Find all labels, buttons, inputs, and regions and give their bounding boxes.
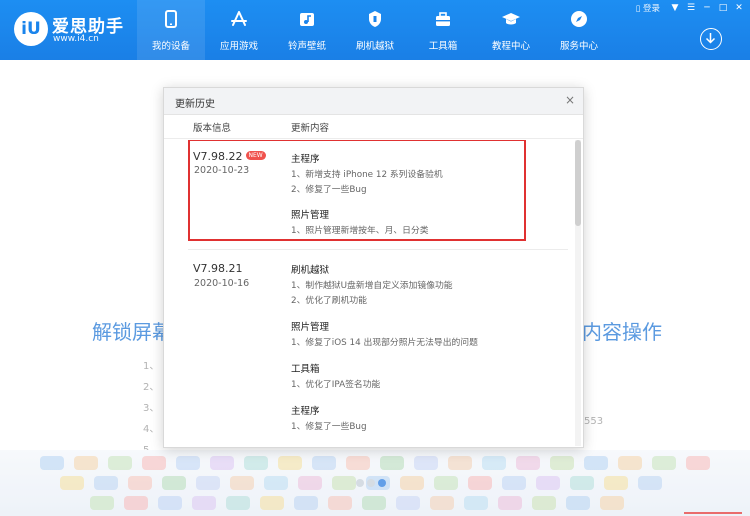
dialog-title: 更新历史 xyxy=(175,99,215,110)
download-button[interactable] xyxy=(700,28,722,50)
maximize-icon[interactable]: □ xyxy=(718,3,728,13)
app-store-icon xyxy=(231,11,247,26)
nav-label: 工具箱 xyxy=(428,41,458,52)
nav-service-center[interactable]: 服务中心 xyxy=(545,0,613,60)
section-line: 2、优化了刷机功能 xyxy=(291,296,367,306)
version-date: 2020-10-16 xyxy=(194,278,250,289)
nav-label: 刷机越狱 xyxy=(355,41,394,52)
section-line: 1、修复了iOS 14 出现部分照片无法导出的问题 xyxy=(291,338,478,348)
nav-toolbox[interactable]: 工具箱 xyxy=(409,0,477,60)
update-section: 工具箱 1、优化了IPA签名功能 xyxy=(291,361,380,393)
dialog-header: 更新历史 × xyxy=(164,88,583,115)
nav-label: 应用游戏 xyxy=(219,41,258,52)
update-section: 主程序 1、修复了一些Bug xyxy=(291,403,367,435)
compass-icon xyxy=(571,11,587,27)
shield-icon xyxy=(369,11,381,27)
nav-my-device[interactable]: 我的设备 xyxy=(137,0,205,60)
top-bar: iU 爱思助手 www.i4.cn 我的设备 应用游戏 铃声壁纸 刷机越狱 工具… xyxy=(0,0,750,60)
dialog-scrollbar[interactable] xyxy=(575,140,581,446)
window-controls: ▯ 登录 ▼ ☰ ─ □ ✕ xyxy=(636,2,744,14)
section-title: 刷机越狱 xyxy=(291,265,330,276)
dialog-close-button[interactable]: × xyxy=(565,93,575,107)
update-history-dialog: 更新历史 × 版本信息 更新内容 V7.98.22 NEW 2020-10-23 … xyxy=(163,87,584,448)
update-entries: V7.98.22 NEW 2020-10-23 主程序 1、新增支持 iPhone… xyxy=(164,140,574,448)
app-logo: iU xyxy=(14,12,48,46)
close-icon[interactable]: ✕ xyxy=(734,3,744,13)
nav-label: 服务中心 xyxy=(559,41,598,52)
nav-label: 铃声壁纸 xyxy=(287,41,326,52)
minimize-icon[interactable]: ─ xyxy=(702,3,712,13)
section-title: 主程序 xyxy=(291,406,320,417)
toolbox-icon xyxy=(436,12,450,26)
nav-label: 教程中心 xyxy=(491,41,530,52)
entry-divider xyxy=(188,249,568,250)
column-header-content: 更新内容 xyxy=(291,123,330,134)
nav-ringtones-wallpapers[interactable]: 铃声壁纸 xyxy=(273,0,341,60)
section-line: 1、优化了IPA签名功能 xyxy=(291,380,381,390)
update-section: 照片管理 1、修复了iOS 14 出现部分照片无法导出的问题 xyxy=(291,319,478,351)
column-header-version: 版本信息 xyxy=(193,123,232,134)
scrollbar-thumb[interactable] xyxy=(575,140,581,226)
section-title: 工具箱 xyxy=(291,364,320,375)
graduation-cap-icon xyxy=(502,13,520,25)
highlight-box xyxy=(188,140,526,241)
update-section: 刷机越狱 1、制作越狱U盘新增自定义添加镜像功能 2、优化了刷机功能 xyxy=(291,262,453,309)
section-title: 照片管理 xyxy=(291,322,330,333)
nav-flash-jailbreak[interactable]: 刷机越狱 xyxy=(341,0,409,60)
nav-tutorials[interactable]: 教程中心 xyxy=(477,0,545,60)
nav-apps-games[interactable]: 应用游戏 xyxy=(205,0,273,60)
column-headers: 版本信息 更新内容 xyxy=(164,115,583,139)
music-icon xyxy=(300,13,314,26)
section-line: 1、制作越狱U盘新增自定义添加镜像功能 xyxy=(291,281,453,291)
download-icon xyxy=(705,33,716,44)
version-number: V7.98.21 xyxy=(193,262,243,275)
section-line: 1、修复了一些Bug xyxy=(291,422,367,432)
app-url: www.i4.cn xyxy=(53,34,99,44)
main-nav: 我的设备 应用游戏 铃声壁纸 刷机越狱 工具箱 教程中心 服务中心 xyxy=(137,0,613,60)
shirt-icon[interactable]: ▼ xyxy=(670,3,680,13)
login-label: 登录 xyxy=(642,4,660,14)
nav-label: 我的设备 xyxy=(151,41,190,52)
login-link[interactable]: ▯ 登录 xyxy=(636,2,660,14)
phone-icon xyxy=(165,10,177,28)
menu-icon[interactable]: ☰ xyxy=(686,3,696,13)
